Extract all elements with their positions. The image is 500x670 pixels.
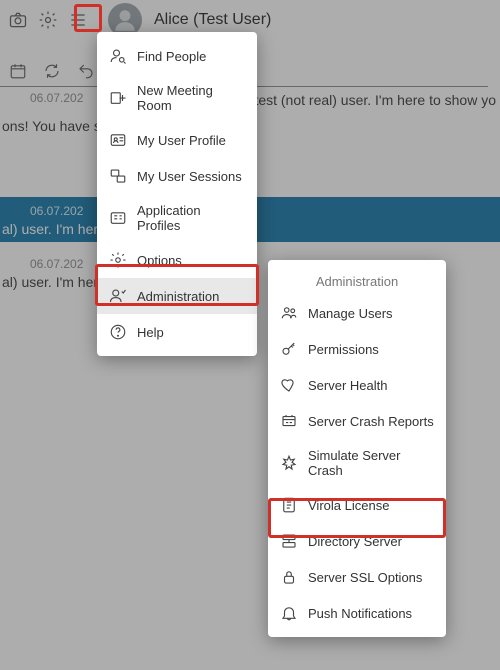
menu-label: Server Crash Reports	[308, 414, 434, 429]
menu-label: My User Sessions	[137, 169, 242, 184]
lock-icon	[280, 568, 298, 586]
submenu-push-notifications[interactable]: Push Notifications	[268, 595, 446, 631]
calendar-icon[interactable]	[6, 59, 30, 83]
add-room-icon	[109, 89, 127, 107]
menu-label: Server SSL Options	[308, 570, 422, 585]
menu-label: Application Profiles	[137, 203, 245, 233]
sessions-icon	[109, 167, 127, 185]
refresh-icon[interactable]	[40, 59, 64, 83]
menu-label: Push Notifications	[308, 606, 412, 621]
menu-application-profiles[interactable]: Application Profiles	[97, 194, 257, 242]
heart-icon	[280, 376, 298, 394]
submenu-server-ssl-options[interactable]: Server SSL Options	[268, 559, 446, 595]
menu-label: Server Health	[308, 378, 387, 393]
menu-label: Manage Users	[308, 306, 393, 321]
menu-label: Directory Server	[308, 534, 402, 549]
submenu-directory-server[interactable]: Directory Server	[268, 523, 446, 559]
chat-date: 06.07.202	[0, 91, 83, 109]
submenu-permissions[interactable]: Permissions	[268, 331, 446, 367]
menu-label: Simulate Server Crash	[308, 448, 434, 478]
submenu-server-crash-reports[interactable]: Server Crash Reports	[268, 403, 446, 439]
license-icon	[280, 496, 298, 514]
submenu-virola-license[interactable]: Virola License	[268, 487, 446, 523]
menu-label: Options	[137, 253, 182, 268]
bell-icon	[280, 604, 298, 622]
menu-label: My User Profile	[137, 133, 226, 148]
directory-icon	[280, 532, 298, 550]
menu-administration[interactable]: Administration	[97, 278, 257, 314]
submenu-simulate-server-crash[interactable]: Simulate Server Crash	[268, 439, 446, 487]
menu-new-meeting-room[interactable]: New Meeting Room	[97, 74, 257, 122]
main-menu: Find People New Meeting Room My User Pro…	[97, 32, 257, 356]
admin-icon	[109, 287, 127, 305]
users-icon	[280, 304, 298, 322]
gear-icon	[109, 251, 127, 269]
submenu-manage-users[interactable]: Manage Users	[268, 295, 446, 331]
undo-icon[interactable]	[74, 59, 98, 83]
profile-card-icon	[109, 131, 127, 149]
person-search-icon	[109, 47, 127, 65]
hamburger-menu-icon[interactable]	[66, 8, 90, 32]
menu-label: Administration	[137, 289, 219, 304]
menu-label: Help	[137, 325, 164, 340]
menu-find-people[interactable]: Find People	[97, 38, 257, 74]
menu-help[interactable]: Help	[97, 314, 257, 350]
chat-date: 06.07.202	[0, 204, 83, 218]
submenu-title: Administration	[268, 266, 446, 295]
help-icon	[109, 323, 127, 341]
menu-my-user-profile[interactable]: My User Profile	[97, 122, 257, 158]
key-icon	[280, 340, 298, 358]
report-icon	[280, 412, 298, 430]
camera-icon[interactable]	[6, 8, 30, 32]
settings-icon[interactable]	[36, 8, 60, 32]
submenu-server-health[interactable]: Server Health	[268, 367, 446, 403]
menu-options[interactable]: Options	[97, 242, 257, 278]
menu-label: Permissions	[308, 342, 379, 357]
administration-submenu: Administration Manage Users Permissions …	[268, 260, 446, 637]
menu-label: Find People	[137, 49, 206, 64]
menu-label: New Meeting Room	[137, 83, 245, 113]
menu-my-user-sessions[interactable]: My User Sessions	[97, 158, 257, 194]
username-label: Alice (Test User)	[154, 11, 271, 29]
menu-label: Virola License	[308, 498, 389, 513]
crash-icon	[280, 454, 298, 472]
chat-date: 06.07.202	[0, 257, 83, 271]
app-profiles-icon	[109, 209, 127, 227]
